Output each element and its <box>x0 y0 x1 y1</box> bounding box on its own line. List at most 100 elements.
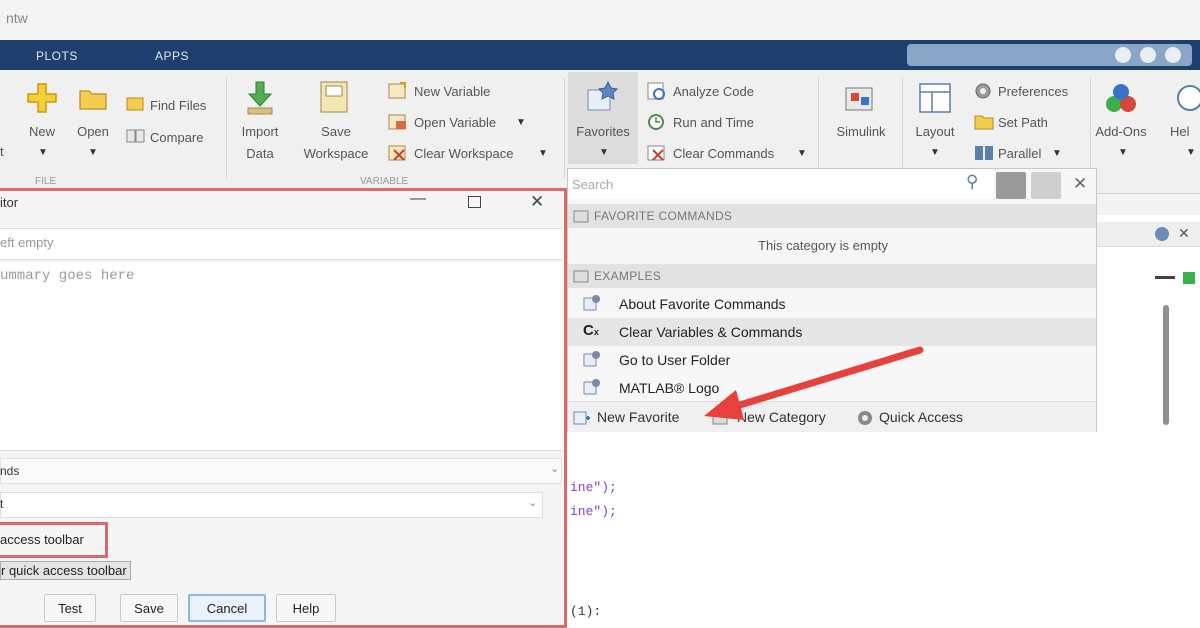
find-files-button[interactable]: Find Files <box>150 98 206 113</box>
code-textarea[interactable] <box>0 262 562 451</box>
tab-apps[interactable]: APPS <box>155 49 189 63</box>
notification-icon[interactable] <box>1165 47 1181 63</box>
help-button[interactable]: Hel <box>1170 124 1190 139</box>
parallel-button[interactable]: Parallel <box>998 146 1041 161</box>
layout-button[interactable]: Layout <box>904 124 966 139</box>
open-caret-icon[interactable]: ▼ <box>88 147 98 158</box>
simulink-icon <box>845 87 873 111</box>
open-variable-icon <box>388 114 406 130</box>
variable-section-label: VARIABLE <box>360 176 409 187</box>
compare-button[interactable]: Compare <box>150 130 203 145</box>
new-favorite-icon <box>573 411 590 425</box>
import-data-button[interactable]: Import <box>230 124 290 139</box>
favorite-command-icon <box>583 295 600 311</box>
show-label-quick-access-checkbox-label[interactable]: r quick access toolbar <box>0 561 131 580</box>
grid-view-toggle[interactable] <box>1031 172 1061 199</box>
clear-commands-button[interactable]: Clear Commands <box>673 146 774 161</box>
code-fragment: ine"); <box>570 504 617 519</box>
analyze-code-icon <box>647 82 665 100</box>
close-icon[interactable]: ✕ <box>530 192 544 212</box>
cancel-button[interactable]: Cancel <box>188 594 266 622</box>
test-button[interactable]: Test <box>44 594 96 622</box>
clear-workspace-button[interactable]: Clear Workspace <box>414 146 513 161</box>
editor-dash-icon <box>1155 276 1175 279</box>
save-workspace-button[interactable]: Save <box>298 124 374 139</box>
help-icon[interactable] <box>1140 47 1156 63</box>
run-and-time-icon <box>648 114 664 130</box>
add-to-quick-access-checkbox-label[interactable]: access toolbar <box>0 532 84 547</box>
ribbon-separator <box>226 78 227 178</box>
help-caret-icon[interactable]: ▼ <box>1186 147 1196 158</box>
code-line-text: (1): <box>570 604 602 619</box>
maximize-icon[interactable] <box>468 196 481 208</box>
favorite-item[interactable]: Clear Variables & Commands <box>619 324 802 340</box>
favorites-star-icon <box>587 80 618 111</box>
new-caret-icon[interactable]: ▼ <box>38 147 48 158</box>
ribbon-partial-label: t <box>0 144 4 159</box>
code-analyzer-status-icon <box>1183 272 1195 284</box>
icon-value: t <box>0 497 4 511</box>
open-folder-icon <box>79 90 107 110</box>
favorites-search-placeholder: Search <box>572 177 614 192</box>
ribbon-separator <box>564 78 565 178</box>
layout-caret-icon[interactable]: ▼ <box>930 147 940 158</box>
chevron-down-icon[interactable]: ⌄ <box>528 496 537 509</box>
help-button[interactable]: Help <box>276 594 336 622</box>
import-data-icon <box>247 81 273 115</box>
ribbon-separator <box>902 78 903 178</box>
clear-commands-caret-icon[interactable]: ▼ <box>797 148 807 159</box>
tab-plots[interactable]: PLOTS <box>36 49 78 63</box>
set-path-button[interactable]: Set Path <box>998 115 1048 130</box>
preferences-button[interactable]: Preferences <box>998 84 1068 99</box>
add-ons-button[interactable]: Add-Ons <box>1090 124 1152 139</box>
favorite-item[interactable]: About Favorite Commands <box>619 296 786 312</box>
help-question-icon <box>1177 85 1200 111</box>
favorites-search-input[interactable] <box>568 169 993 199</box>
simulink-button[interactable]: Simulink <box>826 124 896 139</box>
new-favorite-button[interactable]: New Favorite <box>597 409 679 425</box>
open-variable-caret-icon[interactable]: ▼ <box>516 117 526 128</box>
close-icon[interactable]: ✕ <box>1073 174 1087 194</box>
category-folder-icon <box>573 210 589 223</box>
editor-scrollbar[interactable] <box>1163 305 1169 425</box>
file-section-label: FILE <box>35 176 57 187</box>
import-data-label2: Data <box>246 146 274 161</box>
favorites-button[interactable]: Favorites <box>568 124 638 139</box>
empty-category-text: This category is empty <box>758 238 889 253</box>
favorite-command-icon <box>583 351 600 367</box>
label-input[interactable] <box>0 228 562 260</box>
compare-icon <box>126 129 145 143</box>
save-workspace-icon <box>320 81 348 113</box>
code-area-background <box>567 432 1096 628</box>
set-path-icon <box>974 115 994 130</box>
open-variable-button[interactable]: Open Variable <box>414 115 496 130</box>
run-and-time-button[interactable]: Run and Time <box>673 115 754 130</box>
open-button[interactable]: Open <box>72 124 114 139</box>
editor-close-icon[interactable]: ✕ <box>1178 225 1190 242</box>
toolbar-icon[interactable] <box>1115 47 1131 63</box>
dialog-title: itor <box>0 195 19 210</box>
analyze-code-button[interactable]: Analyze Code <box>673 84 754 99</box>
add-ons-caret-icon[interactable]: ▼ <box>1118 147 1128 158</box>
category-select[interactable] <box>0 458 562 484</box>
new-button[interactable]: New <box>24 124 60 139</box>
new-variable-icon <box>388 82 406 99</box>
window-title: ntw <box>6 10 28 26</box>
favorite-command-icon <box>583 379 600 395</box>
code-fragment: ine"); <box>570 480 617 495</box>
layout-icon <box>919 83 951 113</box>
chevron-down-icon[interactable]: ⌄ <box>550 462 559 475</box>
favorites-caret-icon[interactable]: ▼ <box>599 147 609 158</box>
clear-commands-icon <box>647 145 665 161</box>
save-button[interactable]: Save <box>120 594 178 622</box>
editor-help-icon[interactable] <box>1155 227 1169 241</box>
clear-workspace-caret-icon[interactable]: ▼ <box>538 148 548 159</box>
ribbon-separator <box>818 78 819 178</box>
new-variable-button[interactable]: New Variable <box>414 84 490 99</box>
clear-workspace-icon <box>388 145 406 161</box>
icon-select[interactable] <box>0 492 543 518</box>
minimize-icon[interactable]: — <box>410 190 426 208</box>
search-icon[interactable]: ⚲ <box>966 172 978 192</box>
list-view-toggle[interactable] <box>996 172 1026 199</box>
parallel-caret-icon[interactable]: ▼ <box>1052 148 1062 159</box>
